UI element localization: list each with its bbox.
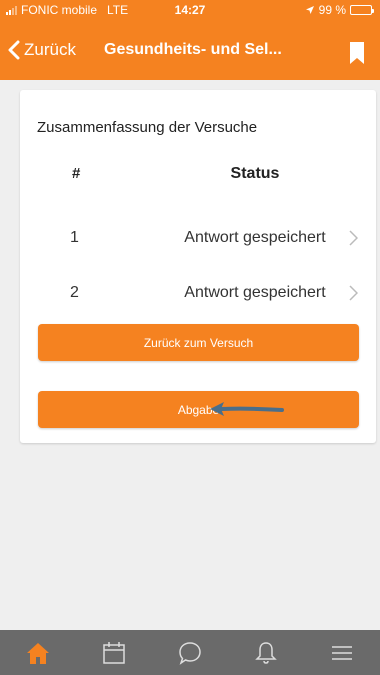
tab-notifications[interactable] bbox=[228, 630, 304, 675]
attempt-status: Antwort gespeichert bbox=[184, 229, 326, 246]
chevron-right-icon bbox=[349, 285, 358, 301]
tab-calendar[interactable] bbox=[76, 630, 152, 675]
arrow-annotation-icon bbox=[210, 402, 284, 416]
status-bar: FONIC mobile LTE 14:27 99 % bbox=[0, 0, 380, 20]
attempt-number: 1 bbox=[70, 229, 79, 246]
tab-menu[interactable] bbox=[304, 630, 380, 675]
chevron-right-icon bbox=[349, 230, 358, 246]
column-header-number: # bbox=[72, 165, 81, 182]
nav-bar: Zurück Gesundheits- und Sel... bbox=[0, 20, 380, 80]
tab-home[interactable] bbox=[0, 630, 76, 675]
menu-icon bbox=[332, 645, 352, 660]
status-right: 99 % bbox=[305, 3, 374, 17]
bell-icon bbox=[255, 641, 277, 664]
page-title: Gesundheits- und Sel... bbox=[104, 41, 282, 58]
main-content: Zusammenfassung der Versuche # Status 1 … bbox=[0, 80, 380, 630]
attempts-summary-card: Zusammenfassung der Versuche # Status 1 … bbox=[20, 90, 376, 443]
tab-messages[interactable] bbox=[152, 630, 228, 675]
battery-percent: 99 % bbox=[318, 3, 346, 17]
back-button[interactable]: Zurück bbox=[8, 40, 76, 60]
chevron-left-icon bbox=[8, 40, 20, 60]
attempt-number: 2 bbox=[70, 284, 79, 301]
battery-icon bbox=[350, 5, 374, 15]
chat-icon bbox=[179, 641, 201, 665]
location-icon bbox=[305, 6, 314, 14]
column-header-status: Status bbox=[230, 165, 280, 182]
home-icon bbox=[27, 642, 49, 664]
tab-bar bbox=[0, 630, 380, 675]
back-label: Zurück bbox=[24, 40, 76, 59]
summary-title: Zusammenfassung der Versuche bbox=[37, 119, 258, 136]
submit-button[interactable]: Abgabe bbox=[38, 391, 359, 428]
attempt-row[interactable]: 1 Antwort gespeichert bbox=[20, 218, 376, 258]
calendar-icon bbox=[103, 641, 125, 664]
bookmark-icon[interactable] bbox=[350, 42, 364, 64]
attempt-status: Antwort gespeichert bbox=[184, 284, 326, 301]
back-to-attempt-button[interactable]: Zurück zum Versuch bbox=[38, 324, 359, 361]
attempt-row[interactable]: 2 Antwort gespeichert bbox=[20, 273, 376, 313]
